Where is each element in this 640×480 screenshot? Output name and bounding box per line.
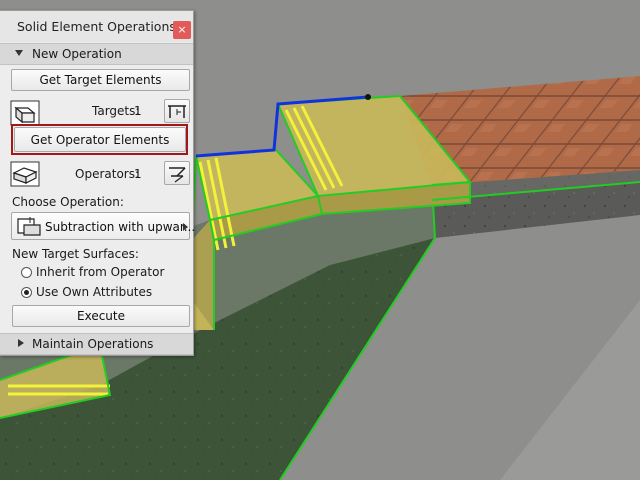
get-target-elements-button[interactable]: Get Target Elements xyxy=(11,69,190,91)
operator-element-icon xyxy=(10,161,40,187)
highlight-operators-icon xyxy=(169,167,186,183)
highlight-operators-button[interactable] xyxy=(164,161,190,185)
execute-label: Execute xyxy=(77,309,125,323)
close-icon: × xyxy=(177,23,187,36)
subtraction-operation-icon xyxy=(17,217,41,236)
collapse-arrow-icon xyxy=(15,50,23,56)
new-target-surfaces-label: New Target Surfaces: xyxy=(12,247,139,261)
palette-title: Solid Element Operations xyxy=(17,19,176,34)
targets-count: 1 xyxy=(134,104,142,118)
highlight-targets-button[interactable] xyxy=(164,99,190,123)
targets-label: Targets: xyxy=(92,104,140,118)
close-button[interactable]: × xyxy=(173,21,191,39)
maintain-operations-header[interactable]: Maintain Operations xyxy=(0,333,193,355)
expand-arrow-icon xyxy=(18,339,24,347)
choose-operation-label: Choose Operation: xyxy=(12,195,124,209)
highlight-frame xyxy=(11,124,188,155)
new-operation-header[interactable]: New Operation xyxy=(0,43,193,65)
inherit-from-operator-label: Inherit from Operator xyxy=(36,265,165,279)
target-element-icon xyxy=(10,100,40,126)
radio-use-own-attributes[interactable] xyxy=(21,287,32,298)
radio-inherit-from-operator[interactable] xyxy=(21,267,32,278)
operators-label: Operators: xyxy=(75,167,140,181)
new-operation-label: New Operation xyxy=(32,47,122,61)
operators-count: 1 xyxy=(134,167,142,181)
maintain-operations-label: Maintain Operations xyxy=(32,337,154,351)
use-own-attributes-label: Use Own Attributes xyxy=(36,285,153,299)
execute-button[interactable]: Execute xyxy=(12,305,190,327)
operation-select-value: Subtraction with upwar... xyxy=(45,220,196,234)
get-target-elements-label: Get Target Elements xyxy=(39,73,162,87)
chevron-right-icon xyxy=(183,223,188,231)
highlight-targets-icon xyxy=(168,105,186,118)
operation-select[interactable]: Subtraction with upwar... xyxy=(11,212,195,240)
solid-element-operations-palette: Solid Element Operations × New Operation… xyxy=(0,10,195,356)
edge-vertex[interactable] xyxy=(365,94,371,100)
palette-titlebar[interactable]: Solid Element Operations × xyxy=(0,11,193,42)
